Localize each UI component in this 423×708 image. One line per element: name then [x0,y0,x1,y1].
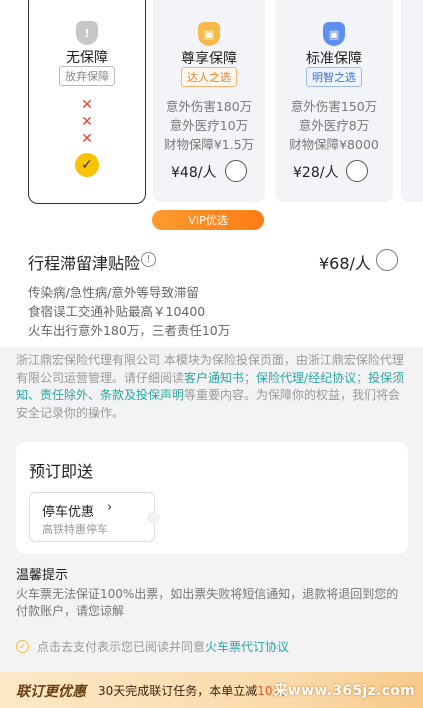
shield-icon: ! [76,21,98,45]
delay-insurance-title: 行程滞留津贴险 [28,254,141,273]
plan-card-premium[interactable]: ▣ 尊享保障 达人之选 意外伤害180万 意外医疗10万 财物保障¥1.5万 ¥… [153,0,265,202]
chevron-right-icon: › [107,500,113,515]
plan-tag: 明智之选 [306,67,362,87]
plan-price: ¥28/人 [293,165,339,181]
insurance-plan-selector: ! 无保障 放弃保障 ✕ ✕ ✕ ✓ ▣ 尊享保障 达人之选 意外伤害180万 … [0,0,423,232]
booking-gift-card: 预订即送 停车优惠 › 高铁特惠停车 [16,442,408,554]
coupon-notch [148,512,160,524]
plan-price: ¥48/人 [171,165,217,181]
cross-icon: ✕ [81,97,93,113]
plan-benefit: 财物保障¥1.5万 [163,137,255,152]
agency-agreement-link[interactable]: 保险代理/经纪协议 [256,371,356,385]
agreement-text: 点击去支付表示您已阅读并同意 [37,640,206,654]
plan-name: 尊享保障 [181,51,237,67]
shield-icon: ▣ [323,22,345,46]
parking-coupon[interactable]: 停车优惠 › 高铁特惠停车 [29,492,160,542]
check-circle-icon[interactable]: ✓ [16,640,29,653]
notice-separator: ； [244,370,257,385]
delay-insurance-radio[interactable] [376,249,398,271]
plan-card-more[interactable] [401,0,423,202]
plan-radio[interactable] [225,160,247,182]
agreement-row: ✓ 点击去支付表示您已阅读并同意 火车票代订协议 [16,638,289,655]
delay-insurance-price: ¥68/人 [319,254,371,273]
ticket-agreement-link[interactable]: 火车票代订协议 [205,638,289,655]
plan-benefit: 意外伤害180万 [165,99,253,114]
notice-separator: ； [356,370,369,385]
info-icon[interactable]: ! [141,252,156,267]
promo-banner[interactable]: 联订更优惠 30天完成联订任务，本单立减10元 来www.365jz.com [0,672,423,708]
customer-notice-link[interactable]: 客户通知书 [184,371,244,385]
plan-name: 无保障 [66,50,108,66]
plan-benefit: 意外医疗10万 [169,118,249,133]
plan-benefit: 财物保障¥8000 [289,137,379,152]
watermark: 来www.365jz.com [273,683,415,699]
plan-name: 标准保障 [306,51,362,67]
shield-icon: ▣ [198,22,220,46]
vip-badge: VIP优选 [152,210,264,230]
delay-benefit: 火车出行意外180万，三者责任10万 [28,323,231,338]
coupon-name: 停车优惠 [42,505,95,520]
coupon-subtitle: 高铁特惠停车 [42,523,108,536]
plan-benefit: 意外伤害150万 [290,99,378,114]
plan-card-standard[interactable]: ▣ 标准保障 明智之选 意外伤害150万 意外医疗8万 财物保障¥8000 ¥2… [275,0,393,202]
promo-title: 联订更优惠 [16,684,86,700]
booking-gift-title: 预订即送 [29,462,94,481]
promo-text: 30天完成联订任务，本单立减10元 [98,682,285,699]
cross-icon: ✕ [81,114,93,130]
delay-benefit: 食宿误工交通补贴最高￥10400 [28,304,206,319]
plan-tag: 放弃保障 [59,66,115,86]
selected-check-icon[interactable]: ✓ [75,153,99,177]
tips-body: 火车票无法保证100%出票，如出票失败将短信通知，退款将退回到您的付款账户，请您… [16,587,399,618]
plan-card-none[interactable]: ! 无保障 放弃保障 ✕ ✕ ✕ ✓ [28,0,146,204]
plan-tag: 达人之选 [181,67,237,87]
insurance-notice: 浙江鼎宏保险代理有限公司 本模块为保险投保页面，由浙江鼎宏保险代理有限公司运营管… [16,352,408,438]
delay-insurance-section: 行程滞留津贴险 ! ¥68/人 传染病/急性病/意外等导致滞留 食宿误工交通补贴… [0,232,423,347]
cross-icon: ✕ [81,131,93,147]
tips-title: 温馨提示 [16,568,69,583]
plan-radio[interactable] [346,160,368,182]
delay-benefit: 传染病/急性病/意外等导致滞留 [28,285,199,300]
promo-text-main: 30天完成联订任务，本单立减 [98,684,258,698]
plan-benefit: 意外医疗8万 [298,118,370,133]
